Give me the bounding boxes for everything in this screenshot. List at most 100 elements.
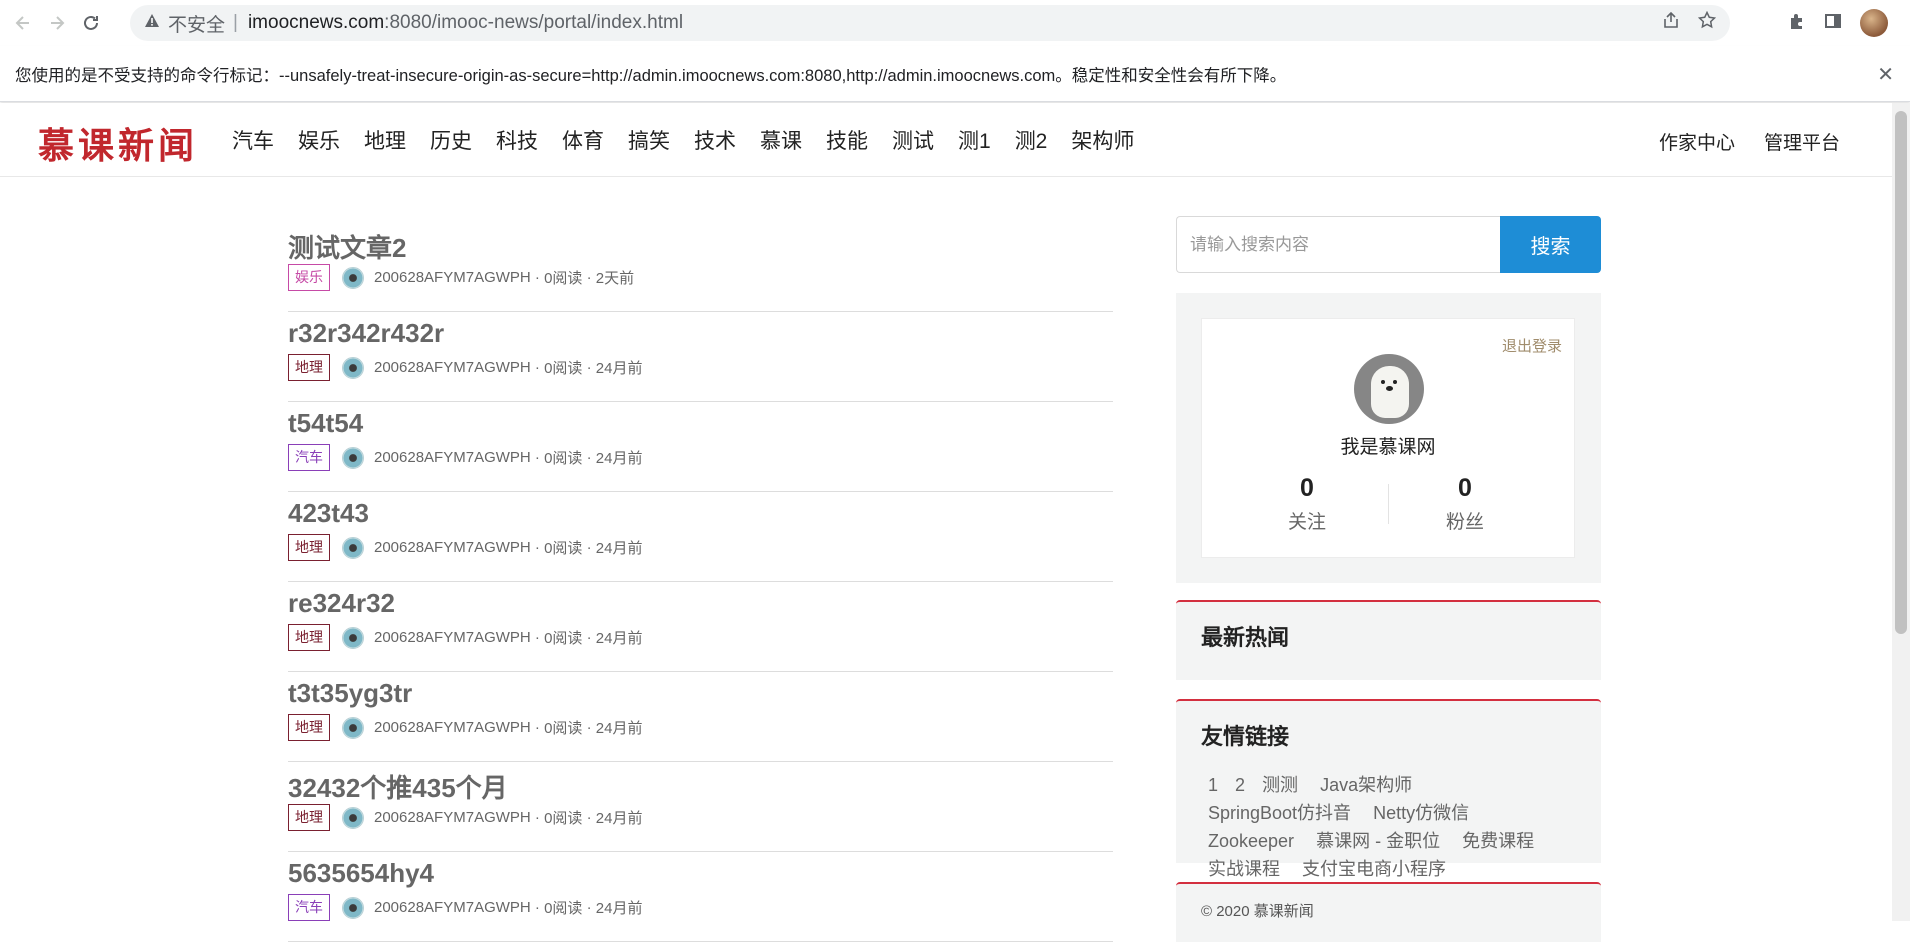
category-tag[interactable]: 娱乐 <box>288 264 330 291</box>
friend-link[interactable]: 1 <box>1208 775 1218 795</box>
friend-link[interactable]: Zookeeper <box>1208 831 1294 851</box>
side-panel-icon[interactable] <box>1824 12 1842 35</box>
friend-link[interactable]: 慕课网 - 金职位 <box>1316 831 1440 851</box>
writer-center-link[interactable]: 作家中心 <box>1659 128 1735 155</box>
site-logo[interactable]: 慕课新闻 <box>38 117 198 169</box>
warning-icon[interactable] <box>144 12 160 34</box>
fans-count: 0 <box>1458 474 1472 502</box>
article-title[interactable]: r32r342r432r <box>288 318 444 349</box>
article-title[interactable]: 423t43 <box>288 498 369 529</box>
article-title[interactable]: re324r32 <box>288 588 395 619</box>
author-avatar[interactable] <box>342 536 364 559</box>
friend-links-title: 友情链接 <box>1201 724 1290 749</box>
author-name[interactable]: 200628AFYM7AGWPH <box>374 899 531 916</box>
search-button[interactable]: 搜索 <box>1500 216 1601 273</box>
page-scrollbar[interactable] <box>1892 103 1910 921</box>
logout-link[interactable]: 退出登录 <box>1502 335 1562 356</box>
author-name[interactable]: 200628AFYM7AGWPH <box>374 449 531 466</box>
publish-time: 24月前 <box>595 720 643 737</box>
friend-link[interactable]: 支付宝电商小程序 <box>1302 859 1446 879</box>
publish-time: 24月前 <box>595 540 643 557</box>
url-host[interactable]: imoocnews.com <box>248 12 384 34</box>
infobar-message: 您使用的是不受支持的命令行标记：--unsafely-treat-insecur… <box>15 66 1287 85</box>
friend-link[interactable]: 2 <box>1235 775 1245 795</box>
follow-stat[interactable]: 0 关注 <box>1247 474 1367 534</box>
bookmark-star-icon[interactable] <box>1697 10 1717 35</box>
reload-icon[interactable] <box>76 8 106 38</box>
nav-item[interactable]: 汽车 <box>232 125 274 155</box>
author-avatar[interactable] <box>342 806 364 829</box>
nav-item[interactable]: 地理 <box>364 125 406 155</box>
nav-item[interactable]: 技能 <box>826 125 868 155</box>
article-title[interactable]: 5635654hy4 <box>288 858 434 889</box>
nav-item[interactable]: 搞笑 <box>628 125 670 155</box>
author-avatar[interactable] <box>342 446 364 469</box>
back-icon[interactable] <box>8 8 38 38</box>
share-icon[interactable] <box>1662 11 1680 35</box>
friend-link[interactable]: 免费课程 <box>1462 831 1534 851</box>
security-label[interactable]: 不安全 <box>168 10 225 37</box>
article-meta: 汽车 200628AFYM7AGWPH · 0阅读 · 24月前 <box>288 444 642 471</box>
friend-link[interactable]: 测测 <box>1262 775 1298 795</box>
bear-avatar-image <box>1371 366 1409 418</box>
user-avatar[interactable] <box>1354 354 1424 424</box>
author-avatar[interactable] <box>342 266 364 289</box>
friend-link[interactable]: Java架构师 <box>1320 775 1412 795</box>
article-meta: 汽车 200628AFYM7AGWPH · 0阅读 · 24月前 <box>288 894 642 921</box>
friend-link[interactable]: SpringBoot仿抖音 <box>1208 803 1351 823</box>
publish-time: 2天前 <box>595 270 635 287</box>
meta-dot: · <box>582 449 596 466</box>
unsupported-flag-infobar: 您使用的是不受支持的命令行标记：--unsafely-treat-insecur… <box>0 46 1910 102</box>
author-name[interactable]: 200628AFYM7AGWPH <box>374 269 531 286</box>
nav-item[interactable]: 测1 <box>958 125 991 155</box>
category-tag[interactable]: 汽车 <box>288 444 330 471</box>
nav-item[interactable]: 架构师 <box>1071 125 1134 155</box>
category-tag[interactable]: 地理 <box>288 534 330 561</box>
meta-dot: · <box>582 539 596 556</box>
category-tag[interactable]: 地理 <box>288 804 330 831</box>
category-tag[interactable]: 地理 <box>288 354 330 381</box>
article-title[interactable]: 测试文章2 <box>288 228 406 265</box>
author-name[interactable]: 200628AFYM7AGWPH <box>374 719 531 736</box>
nav-item[interactable]: 慕课 <box>760 125 802 155</box>
author-avatar[interactable] <box>342 716 364 739</box>
url-path[interactable]: :8080/imooc-news/portal/index.html <box>384 12 683 34</box>
close-icon[interactable]: ✕ <box>1877 62 1894 87</box>
category-tag[interactable]: 地理 <box>288 624 330 651</box>
author-avatar[interactable] <box>342 896 364 919</box>
meta-dot: · <box>530 899 545 916</box>
nav-item[interactable]: 历史 <box>430 125 472 155</box>
friend-link[interactable]: 实战课程 <box>1208 859 1280 879</box>
profile-avatar[interactable] <box>1860 9 1888 37</box>
category-tag[interactable]: 汽车 <box>288 894 330 921</box>
author-name[interactable]: 200628AFYM7AGWPH <box>374 809 531 826</box>
article-title[interactable]: t54t54 <box>288 408 363 439</box>
scrollbar-thumb[interactable] <box>1895 111 1907 634</box>
nav-item[interactable]: 娱乐 <box>298 125 340 155</box>
author-name[interactable]: 200628AFYM7AGWPH <box>374 359 531 376</box>
nav-item[interactable]: 体育 <box>562 125 604 155</box>
meta-dot: · <box>582 359 596 376</box>
search-input[interactable] <box>1176 216 1500 273</box>
author-name[interactable]: 200628AFYM7AGWPH <box>374 539 531 556</box>
author-name[interactable]: 200628AFYM7AGWPH <box>374 629 531 646</box>
author-avatar[interactable] <box>342 626 364 649</box>
article-item: 32432个推435个月 地理 200628AFYM7AGWPH · 0阅读 · 2… <box>288 762 1113 852</box>
meta-dot: · <box>582 269 596 286</box>
nav-item[interactable]: 科技 <box>496 125 538 155</box>
meta-dot: · <box>530 269 545 286</box>
category-tag[interactable]: 地理 <box>288 714 330 741</box>
nav-item[interactable]: 测2 <box>1015 125 1048 155</box>
friend-link[interactable]: Netty仿微信 <box>1373 803 1469 823</box>
nav-item[interactable]: 技术 <box>694 125 736 155</box>
forward-icon[interactable] <box>42 8 72 38</box>
fans-stat[interactable]: 0 粉丝 <box>1405 474 1525 534</box>
extensions-icon[interactable] <box>1788 12 1806 35</box>
author-avatar[interactable] <box>342 356 364 379</box>
address-bar[interactable]: 不安全 | imoocnews.com:8080/imooc-news/port… <box>130 5 1730 41</box>
article-title[interactable]: t3t35yg3tr <box>288 678 412 709</box>
nav-item[interactable]: 测试 <box>892 125 934 155</box>
admin-platform-link[interactable]: 管理平台 <box>1764 128 1840 155</box>
article-title[interactable]: 32432个推435个月 <box>288 768 508 805</box>
publish-time: 24月前 <box>595 810 643 827</box>
